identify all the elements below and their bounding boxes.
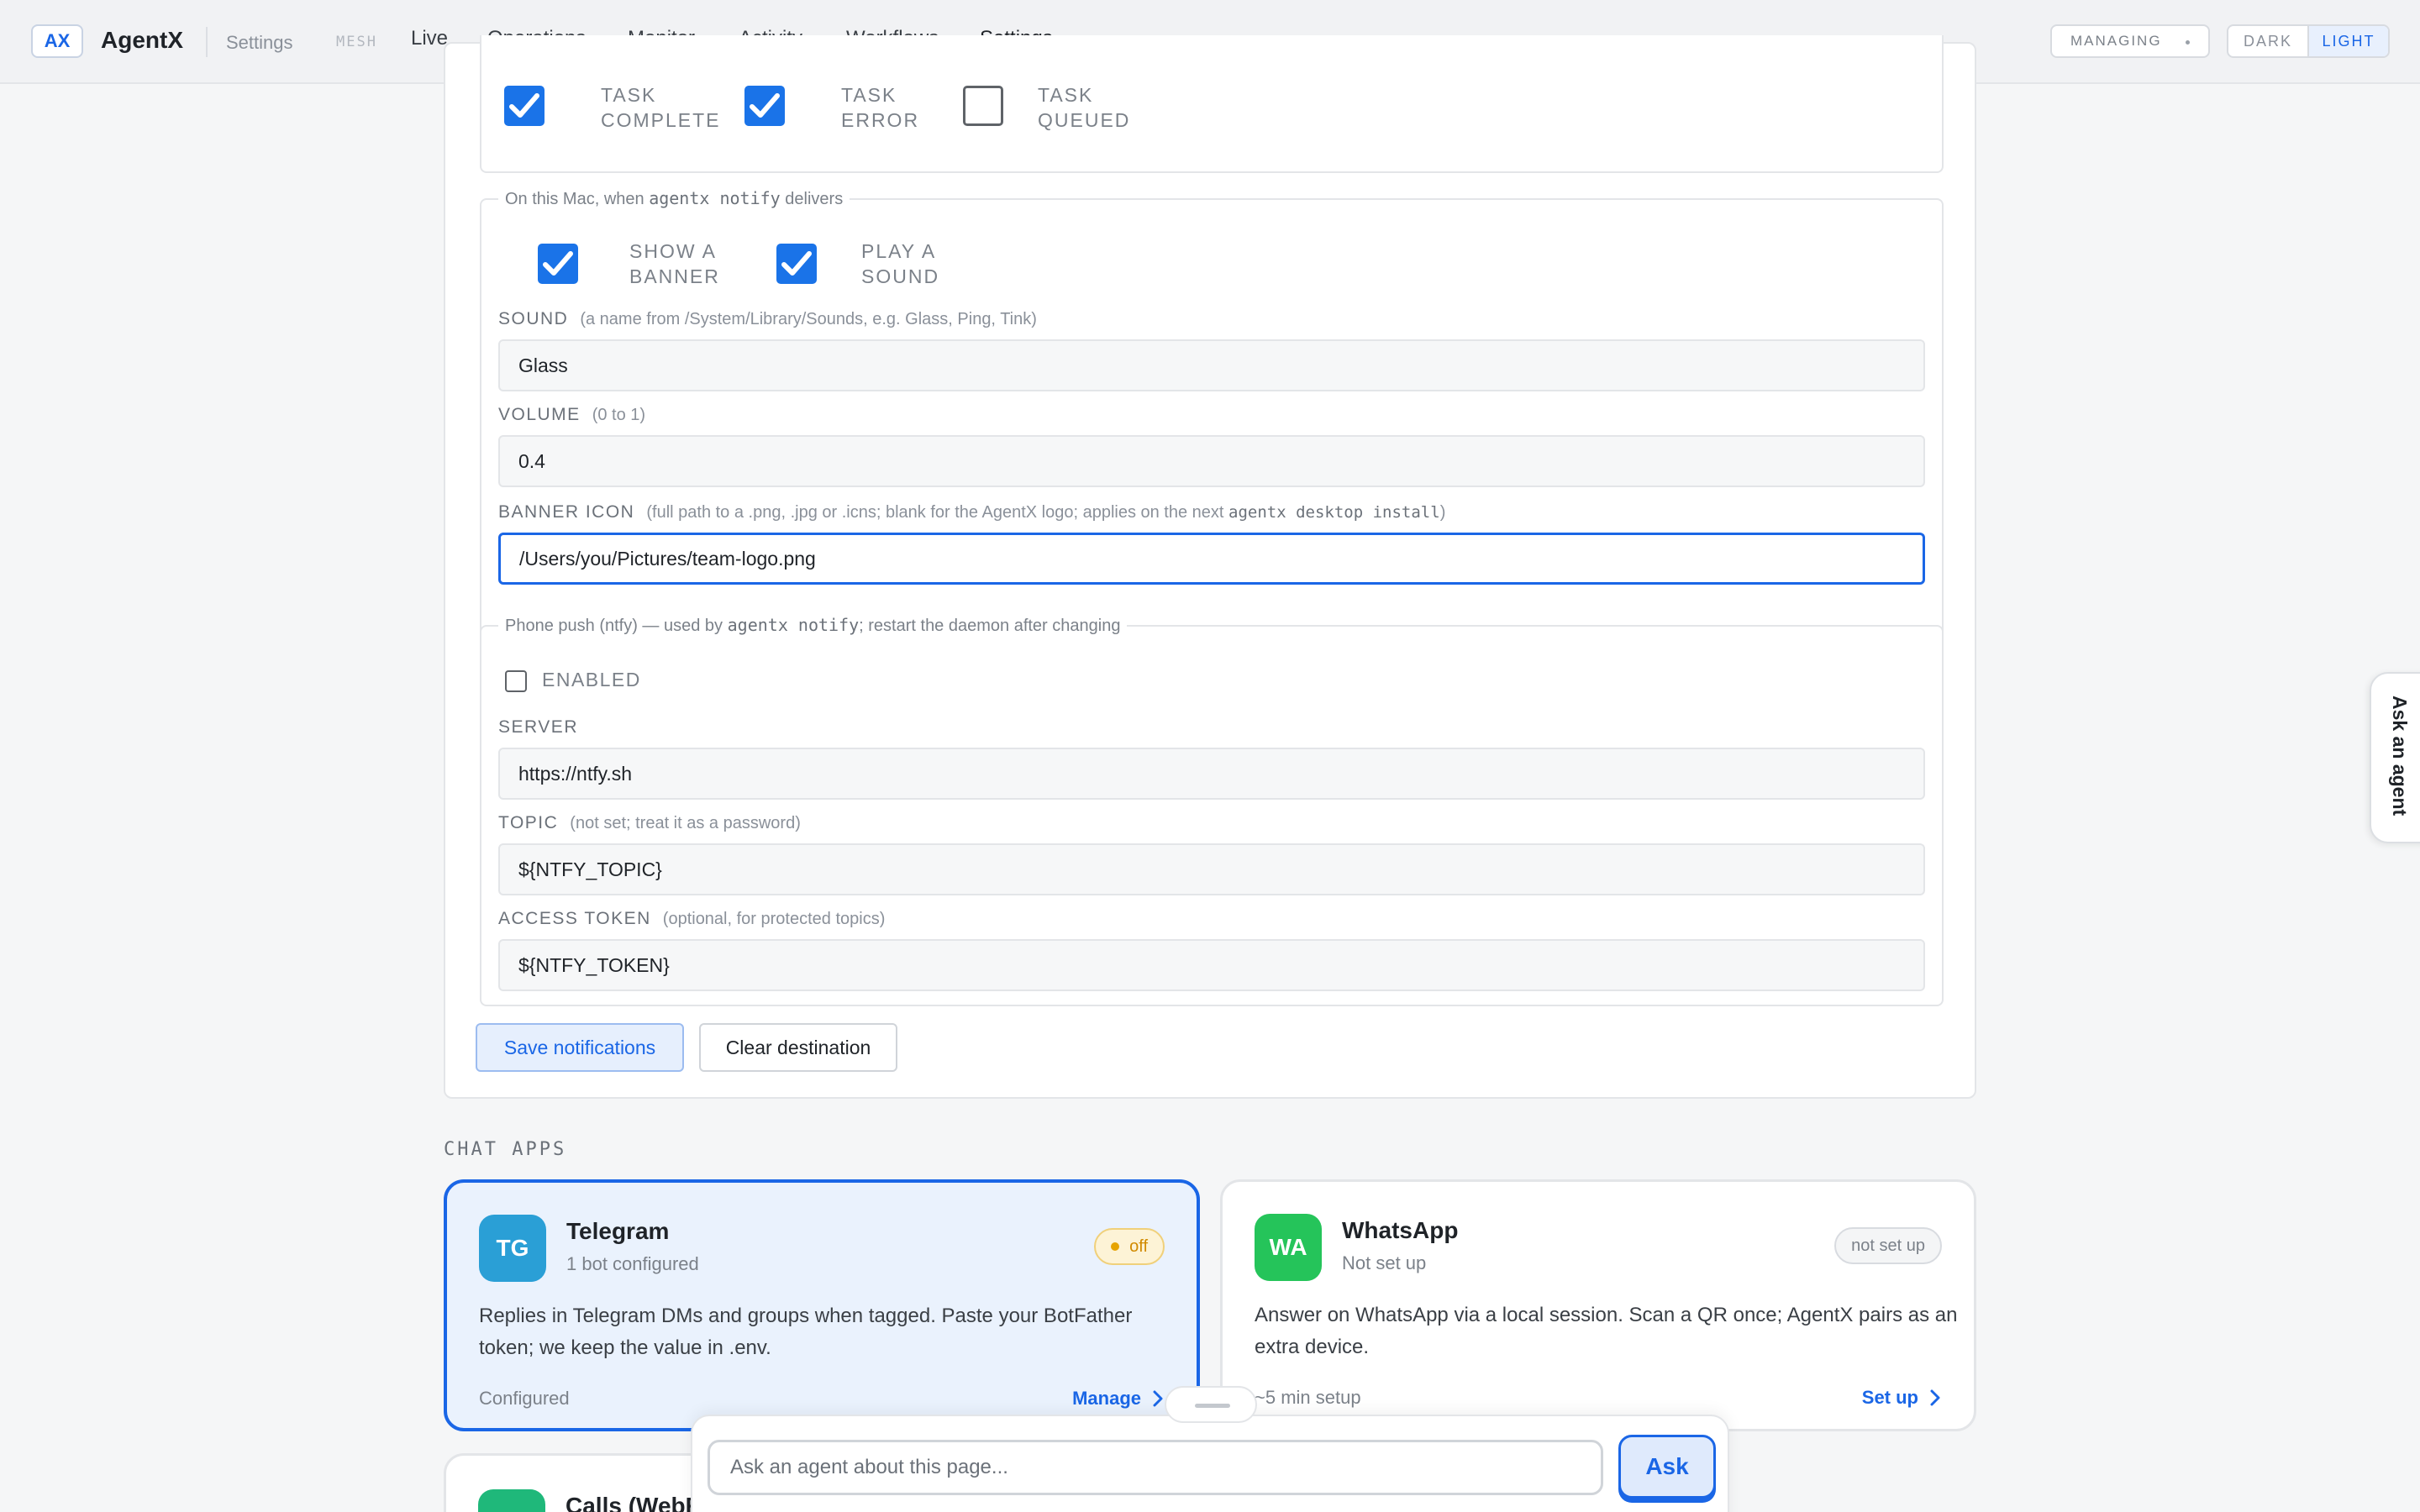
task-error-label: TASK ERROR xyxy=(841,84,920,131)
play-sound-label: PLAY A SOUND xyxy=(861,240,940,287)
checkmark-icon xyxy=(543,251,573,276)
enabled-checkbox[interactable] xyxy=(505,670,527,692)
breadcrumb: Settings xyxy=(226,32,293,53)
ask-bar-drag-handle[interactable] xyxy=(1165,1386,1257,1423)
server-field-label: SERVER xyxy=(498,717,578,737)
grip-icon xyxy=(1195,1404,1230,1408)
access-token-field-label: ACCESS TOKEN (optional, for protected top… xyxy=(498,909,886,928)
chevron-right-icon xyxy=(1153,1390,1163,1407)
side-tab-label: Ask an agent xyxy=(2389,696,2411,816)
ask-agent-input[interactable]: Ask an agent about this page... xyxy=(708,1440,1603,1495)
task-queued-label: TASK QUEUED xyxy=(1038,84,1131,131)
phone-group-legend: Phone push (ntfy) — used by agentx notif… xyxy=(498,615,1128,636)
whatsapp-avatar: WA xyxy=(1255,1214,1322,1281)
card-description: Replies in Telegram DMs and groups when … xyxy=(479,1305,1133,1359)
nav-live[interactable]: Live xyxy=(411,27,448,50)
card-description: Answer on WhatsApp via a local session. … xyxy=(1255,1304,1958,1358)
card-footer-status: Configured xyxy=(479,1388,570,1409)
access-token-input[interactable]: ${NTFY_TOKEN} xyxy=(498,939,1925,991)
enabled-label: ENABLED xyxy=(542,669,641,690)
banner-icon-input[interactable]: /Users/you/Pictures/team-logo.png xyxy=(498,533,1925,585)
card-footer-status: ~5 min setup xyxy=(1255,1387,1361,1408)
set-up-link[interactable]: Set up xyxy=(1862,1387,1940,1409)
status-badge: off xyxy=(1094,1228,1165,1265)
card-title: WhatsApp xyxy=(1342,1217,1459,1243)
card-title: Telegram xyxy=(566,1218,670,1244)
dropdown-caret-icon xyxy=(2186,40,2190,45)
banner-icon-field-label: BANNER ICON (full path to a .png, .jpg or… xyxy=(498,502,1446,522)
save-notifications-button[interactable]: Save notifications xyxy=(476,1023,684,1072)
sound-input[interactable]: Glass xyxy=(498,339,1925,391)
task-complete-label: TASK COMPLETE xyxy=(601,84,721,131)
manage-link[interactable]: Manage xyxy=(1072,1388,1163,1410)
chevron-right-icon xyxy=(1930,1389,1940,1406)
server-input[interactable]: https://ntfy.sh xyxy=(498,748,1925,800)
phone-push-group: Phone push (ntfy) — used by agentx notif… xyxy=(480,615,1944,1006)
managing-label: MANAGING xyxy=(2070,33,2162,49)
divider xyxy=(206,27,208,57)
event-types-group: TASK COMPLETE TASK ERROR TASK QUEUED xyxy=(480,35,1944,173)
telegram-avatar: TG xyxy=(479,1215,546,1282)
notifications-panel: TASK COMPLETE TASK ERROR TASK QUEUED On thi… xyxy=(444,35,1976,1099)
card-title: Calls (WebR xyxy=(566,1493,702,1512)
volume-field-label: VOLUME (0 to 1) xyxy=(498,405,646,424)
whatsapp-card[interactable]: WA WhatsApp Not set up not set up Answer… xyxy=(1220,1179,1976,1431)
mac-group-legend: On this Mac, when agentx notify delivers xyxy=(498,188,850,209)
clear-destination-button[interactable]: Clear destination xyxy=(699,1023,897,1072)
theme-light-button[interactable]: LIGHT xyxy=(2307,26,2388,56)
sound-field-label: SOUND (a name from /System/Library/Sounds… xyxy=(498,309,1037,328)
task-complete-checkbox[interactable] xyxy=(504,86,544,126)
status-dot-icon xyxy=(1111,1242,1120,1251)
ask-agent-side-tab[interactable]: Ask an agent xyxy=(2370,672,2420,843)
topic-input[interactable]: ${NTFY_TOPIC} xyxy=(498,843,1925,895)
topic-field-label: TOPIC (not set; treat it as a password) xyxy=(498,813,801,832)
checkmark-icon xyxy=(781,251,812,276)
mesh-label[interactable]: MESH xyxy=(336,34,377,50)
mac-notification-group: On this Mac, when agentx notify delivers… xyxy=(480,188,1944,642)
telegram-card[interactable]: TG Telegram 1 bot configured off Replies… xyxy=(444,1179,1200,1431)
ask-button[interactable]: Ask xyxy=(1618,1435,1716,1499)
theme-dark-button[interactable]: DARK xyxy=(2228,26,2307,56)
logo-badge[interactable]: AX xyxy=(31,24,83,58)
card-subtitle: Not set up xyxy=(1342,1252,1427,1273)
calls-avatar xyxy=(478,1489,545,1512)
volume-input[interactable]: 0.4 xyxy=(498,435,1925,487)
status-badge: not set up xyxy=(1834,1227,1942,1264)
ask-agent-bar: Ask an agent about this page... Ask xyxy=(691,1415,1729,1512)
task-queued-checkbox[interactable] xyxy=(963,86,1003,126)
show-banner-checkbox[interactable] xyxy=(538,244,578,284)
show-banner-label: SHOW A BANNER xyxy=(629,240,720,287)
app-name[interactable]: AgentX xyxy=(101,27,183,54)
card-subtitle: 1 bot configured xyxy=(566,1253,699,1274)
task-error-checkbox[interactable] xyxy=(744,86,785,126)
checkmark-icon xyxy=(750,93,780,118)
theme-toggle: DARK LIGHT xyxy=(2227,24,2390,58)
managing-dropdown[interactable]: MANAGING xyxy=(2050,24,2210,58)
checkmark-icon xyxy=(509,93,539,118)
chat-apps-heading: CHAT APPS xyxy=(444,1139,567,1160)
play-sound-checkbox[interactable] xyxy=(776,244,817,284)
